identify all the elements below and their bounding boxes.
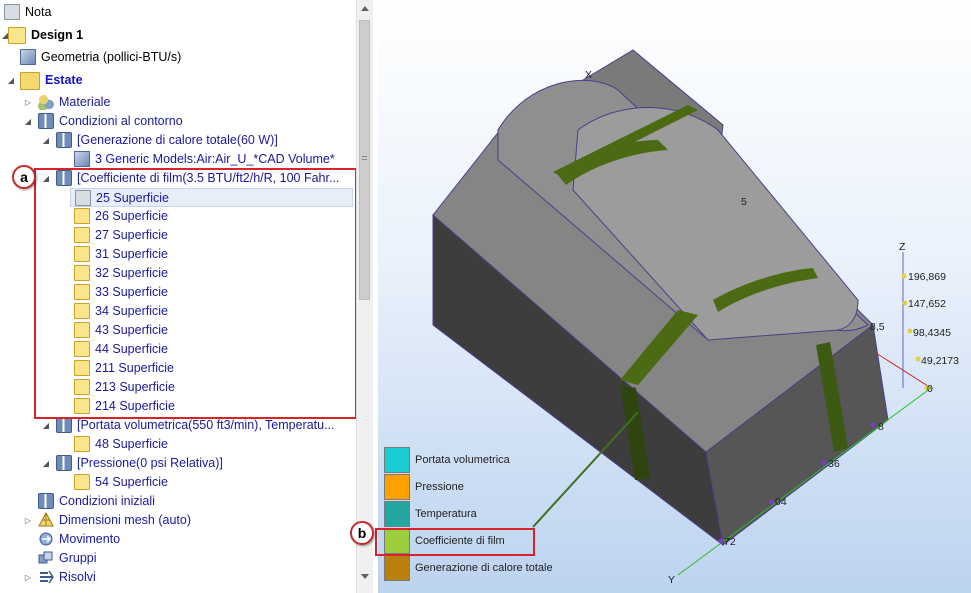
- axis-tick-dot: [902, 300, 908, 306]
- model-tree: Nota ◢ Design 1 Geometria (pollici-BTU/s…: [0, 0, 356, 593]
- tree-item-risolvi[interactable]: Risolvi: [38, 568, 96, 587]
- y-axis-label: Y: [668, 574, 675, 586]
- 3d-viewport[interactable]: Z X Y 5 8,5 196,869 147,652 98,4345 49,2…: [378, 0, 971, 593]
- tree-item-nota[interactable]: Nota: [4, 3, 51, 22]
- z-tick-label: 147,652: [908, 298, 946, 310]
- design-folder-icon: [8, 27, 26, 44]
- collapse-arrow-icon[interactable]: ◢: [23, 112, 33, 131]
- geometry-icon: [20, 49, 36, 65]
- z-tick-label: 0: [927, 383, 933, 395]
- tree-item-generazione[interactable]: [Generazione di calore totale(60 W)]: [56, 131, 278, 150]
- grip-icon: [362, 156, 367, 160]
- volume-icon: [74, 151, 90, 167]
- legend-item: Generazione di calore totale: [384, 555, 553, 581]
- expand-arrow-icon[interactable]: ▷: [23, 511, 33, 530]
- tree-item-dimensioni-mesh[interactable]: Dimensioni mesh (auto): [38, 511, 191, 530]
- expand-arrow-icon[interactable]: ▷: [23, 93, 33, 112]
- legend-item: Portata volumetrica: [384, 447, 510, 473]
- groups-icon: [38, 550, 54, 566]
- tree-item-gruppi[interactable]: Gruppi: [38, 549, 97, 568]
- tree-item-design[interactable]: Design 1: [8, 26, 83, 45]
- note-icon: [4, 4, 20, 20]
- callout-a-badge: a: [12, 165, 36, 189]
- mesh-icon: [38, 511, 54, 528]
- collapse-arrow-icon[interactable]: ◢: [41, 131, 51, 150]
- tree-item-pressione[interactable]: [Pressione(0 psi Relativa)]: [56, 454, 223, 473]
- callout-a-frame: [34, 168, 356, 419]
- legend-item: Pressione: [384, 474, 464, 500]
- expand-arrow-icon[interactable]: ▷: [23, 568, 33, 587]
- legend-item: Temperatura: [384, 501, 477, 527]
- motion-icon: [38, 531, 54, 547]
- z-axis-label: Z: [899, 241, 906, 253]
- initial-conditions-icon: [38, 493, 54, 509]
- legend-label: Pressione: [415, 481, 464, 493]
- y-tick-label: 36: [828, 458, 840, 470]
- legend-swatch: [384, 447, 410, 473]
- y-tick-label: 8: [878, 421, 884, 433]
- surface-icon: [74, 436, 90, 452]
- tree-item-surface-54[interactable]: 54 Superficie: [74, 473, 168, 492]
- tree-item-materiale[interactable]: Materiale: [38, 93, 110, 112]
- boundary-condition-icon: [56, 417, 72, 433]
- axis-tick-dot: [769, 499, 775, 505]
- tree-item-generic-models[interactable]: 3 Generic Models:Air:Air_U_*CAD Volume*: [74, 150, 335, 169]
- axis-tick-label: 5: [741, 196, 747, 208]
- scenario-icon: [20, 72, 40, 90]
- vertical-scrollbar[interactable]: [356, 0, 373, 593]
- boundary-condition-icon: [56, 455, 72, 471]
- axis-tick-dot: [907, 328, 913, 334]
- legend-label: Temperatura: [415, 508, 477, 520]
- z-tick-label: 49,2173: [921, 355, 959, 367]
- axis-tick-dot: [821, 460, 827, 466]
- tree-item-condizioni-iniziali[interactable]: Condizioni iniziali: [38, 492, 155, 511]
- tree-item-condizioni-contorno[interactable]: Condizioni al contorno: [38, 112, 183, 131]
- tree-item-surface-48[interactable]: 48 Superficie: [74, 435, 168, 454]
- legend-label: Portata volumetrica: [415, 454, 510, 466]
- axis-tick-dot: [915, 356, 921, 362]
- materials-icon: [38, 94, 54, 110]
- z-tick-label: 98,4345: [913, 327, 951, 339]
- surface-icon: [74, 474, 90, 490]
- solve-icon: [38, 569, 54, 585]
- legend-swatch: [384, 501, 410, 527]
- collapse-arrow-icon[interactable]: ◢: [6, 71, 16, 90]
- legend-swatch: [384, 474, 410, 500]
- boundary-condition-icon: [56, 132, 72, 148]
- y-tick-label: 04: [775, 496, 787, 508]
- callout-b-badge: b: [350, 521, 374, 545]
- boundary-conditions-icon: [38, 113, 54, 129]
- axis-tick-dot: [901, 273, 907, 279]
- collapse-arrow-icon[interactable]: ◢: [41, 454, 51, 473]
- scroll-up-icon[interactable]: [361, 6, 369, 11]
- scroll-down-icon[interactable]: [361, 574, 369, 579]
- legend-swatch: [384, 555, 410, 581]
- tree-item-geometria[interactable]: Geometria (pollici-BTU/s): [20, 48, 181, 67]
- scrollbar-thumb[interactable]: [359, 20, 370, 300]
- y-tick-label: 72: [724, 536, 736, 548]
- tree-item-estate[interactable]: Estate: [20, 71, 83, 90]
- legend-label: Generazione di calore totale: [415, 562, 553, 574]
- tree-item-movimento[interactable]: Movimento: [38, 530, 120, 549]
- x-axis-label: X: [585, 69, 592, 81]
- z-tick-label: 196,869: [908, 271, 946, 283]
- axis-tick-label: 8,5: [870, 321, 885, 333]
- axis-tick-dot: [870, 422, 876, 428]
- axis-tick-dot: [718, 538, 724, 544]
- callout-b-frame: [375, 528, 535, 556]
